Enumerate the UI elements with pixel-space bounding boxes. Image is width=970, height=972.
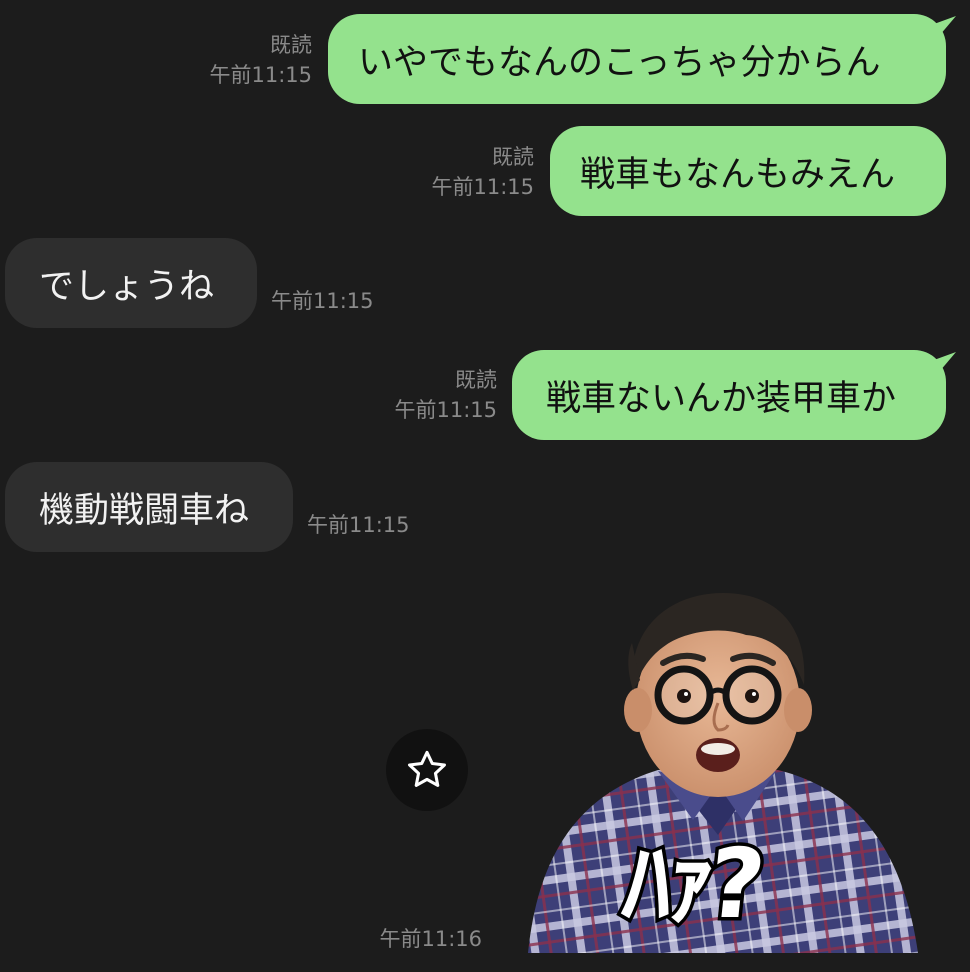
read-receipt: 既読	[270, 33, 312, 57]
incoming-message[interactable]: 機動戦闘車ね	[5, 462, 293, 552]
favorite-sticker-button[interactable]	[386, 729, 468, 811]
message-meta: 既読 午前11:15	[431, 142, 534, 202]
message-time: 午前11:15	[431, 175, 534, 199]
message-time: 午前11:15	[394, 398, 497, 422]
outgoing-message[interactable]: 戦車ないんか装甲車か	[512, 350, 946, 440]
outgoing-message[interactable]: 戦車もなんもみえん	[550, 126, 946, 216]
message-time: 午前11:15	[271, 289, 374, 313]
sticker-meta: 午前11:16	[379, 924, 482, 954]
message-text: でしょうね	[39, 266, 215, 307]
chat-view[interactable]: 既読 午前11:15 いやでもなんのこっちゃ分からん 既読 午前11:15 戦車…	[0, 0, 970, 972]
sticker-illustration: ﾊｧ?	[528, 593, 918, 953]
message-text: いやでもなんのこっちゃ分からん	[358, 42, 881, 83]
message-time: 午前11:15	[307, 513, 410, 537]
message-time: 午前11:16	[379, 927, 482, 951]
message-meta: 午前11:15	[307, 510, 410, 540]
sticker-caption: ﾊｧ?	[618, 828, 765, 940]
message-text: 機動戦闘車ね	[39, 490, 250, 531]
message-meta: 既読 午前11:15	[394, 365, 497, 425]
read-receipt: 既読	[492, 145, 534, 169]
outgoing-message[interactable]: いやでもなんのこっちゃ分からん	[328, 14, 946, 104]
message-text: 戦車ないんか装甲車か	[546, 378, 897, 419]
star-icon	[408, 750, 446, 787]
message-time: 午前11:15	[209, 63, 312, 87]
sticker-image[interactable]: ﾊｧ?	[508, 585, 926, 953]
message-meta: 午前11:15	[271, 286, 374, 316]
read-receipt: 既読	[455, 368, 497, 392]
message-text: 戦車もなんもみえん	[580, 154, 896, 195]
message-meta: 既読 午前11:15	[209, 30, 312, 90]
incoming-message[interactable]: でしょうね	[5, 238, 257, 328]
